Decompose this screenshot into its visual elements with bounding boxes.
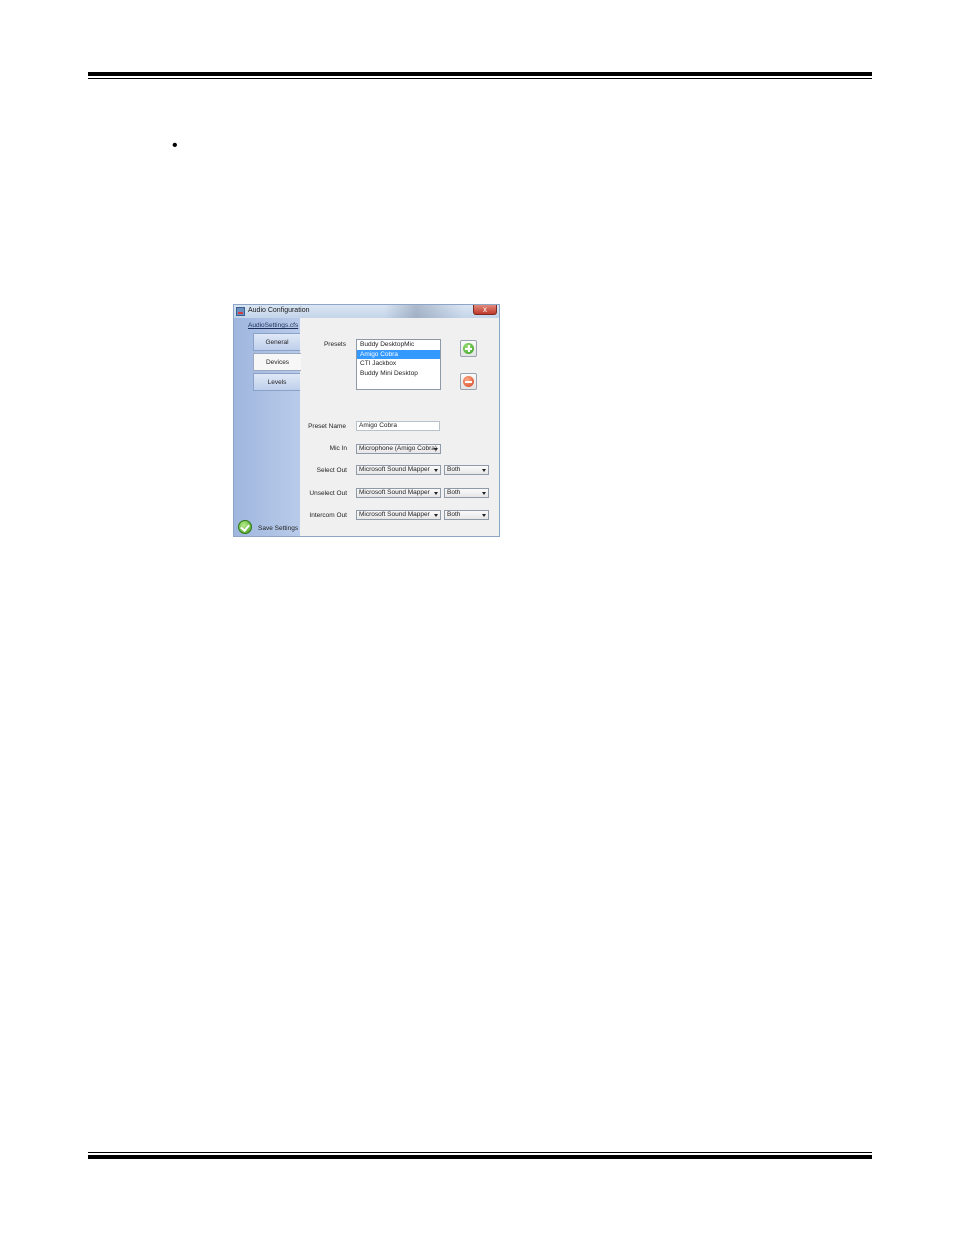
intercom-out-device-select[interactable]: Microsoft Sound Mapper xyxy=(356,510,441,520)
select-out-label: Select Out xyxy=(316,467,347,474)
footer-rule-thick xyxy=(88,1155,872,1159)
select-out-channel-value: Both xyxy=(447,466,461,473)
mic-in-label: Mic In xyxy=(329,445,347,452)
chevron-down-icon xyxy=(482,514,486,517)
select-out-device-value: Microsoft Sound Mapper xyxy=(359,466,430,473)
unselect-out-channel-select[interactable]: Both xyxy=(444,488,489,498)
intercom-out-device-value: Microsoft Sound Mapper xyxy=(359,511,430,518)
close-button[interactable]: x xyxy=(473,305,497,315)
remove-preset-button[interactable] xyxy=(460,373,477,390)
audio-configuration-window: Audio Configuration x AudioSettings.cfs … xyxy=(233,304,500,537)
presets-listbox[interactable]: Buddy DesktopMic Amigo Cobra CTI Jackbox… xyxy=(356,339,441,390)
mic-in-select[interactable]: Microphone (Amigo Cobra) xyxy=(356,444,441,454)
preset-item[interactable]: CTI Jackbox xyxy=(357,359,440,369)
presets-label: Presets xyxy=(323,341,346,348)
select-out-channel-select[interactable]: Both xyxy=(444,465,489,475)
minus-circle-icon xyxy=(463,376,474,387)
unselect-out-device-value: Microsoft Sound Mapper xyxy=(359,489,430,496)
preset-name-field[interactable]: Amigo Cobra xyxy=(356,421,440,431)
chevron-down-icon xyxy=(434,469,438,472)
intercom-out-channel-value: Both xyxy=(447,511,461,518)
add-preset-button[interactable] xyxy=(460,340,477,357)
chevron-down-icon xyxy=(482,492,486,495)
settings-file-link[interactable]: AudioSettings.cfs xyxy=(248,322,298,329)
header-rule-thin xyxy=(88,78,872,79)
unselect-out-label: Unselect Out xyxy=(309,490,347,497)
preset-item-selected[interactable]: Amigo Cobra xyxy=(357,349,440,359)
preset-item[interactable]: Buddy DesktopMic xyxy=(357,340,440,350)
tab-general[interactable]: General xyxy=(253,333,300,351)
checkmark-icon[interactable] xyxy=(238,520,252,534)
preset-name-label: Preset Name xyxy=(308,423,346,430)
app-icon xyxy=(236,307,245,316)
header-rule-thick xyxy=(88,72,872,76)
preset-item[interactable]: Buddy Mini Desktop xyxy=(357,369,440,379)
mic-in-value: Microphone (Amigo Cobra) xyxy=(359,445,438,452)
chevron-down-icon xyxy=(434,514,438,517)
chevron-down-icon xyxy=(482,469,486,472)
plus-circle-icon xyxy=(463,343,474,354)
tab-levels[interactable]: Levels xyxy=(253,373,300,391)
tab-devices[interactable]: Devices xyxy=(253,353,301,371)
chevron-down-icon xyxy=(434,492,438,495)
select-out-device-select[interactable]: Microsoft Sound Mapper xyxy=(356,465,441,475)
intercom-out-channel-select[interactable]: Both xyxy=(444,510,489,520)
save-settings-button[interactable]: Save Settings xyxy=(258,525,298,532)
title-bar[interactable]: Audio Configuration x xyxy=(234,305,499,318)
unselect-out-channel-value: Both xyxy=(447,489,461,496)
footer-rule-thin xyxy=(88,1152,872,1153)
intercom-out-label: Intercom Out xyxy=(309,512,347,519)
chevron-down-icon xyxy=(434,448,438,451)
bullet-point: • xyxy=(172,137,178,154)
sidebar: AudioSettings.cfs General Devices Levels… xyxy=(234,318,301,536)
unselect-out-device-select[interactable]: Microsoft Sound Mapper xyxy=(356,488,441,498)
window-title: Audio Configuration xyxy=(248,307,310,314)
title-bar-glass xyxy=(384,305,464,318)
